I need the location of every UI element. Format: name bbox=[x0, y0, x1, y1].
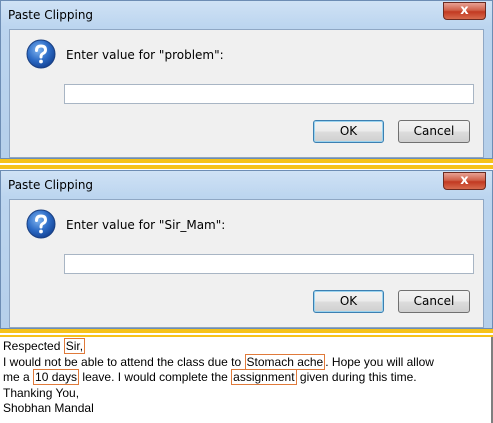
letter-text: given during this time. bbox=[299, 370, 417, 384]
greeting-text: Respected bbox=[3, 339, 61, 353]
letter-text: I would not be able to attend the class … bbox=[3, 354, 242, 369]
letter-text: me a bbox=[3, 370, 30, 384]
title-bar[interactable]: Paste Clipping x bbox=[1, 171, 492, 199]
value-input[interactable] bbox=[64, 84, 474, 104]
title-bar[interactable]: Paste Clipping x bbox=[1, 1, 492, 29]
close-icon: x bbox=[460, 3, 469, 18]
separator bbox=[0, 165, 493, 169]
ok-button[interactable]: OK bbox=[313, 120, 384, 143]
close-button[interactable]: x bbox=[443, 172, 486, 190]
close-button[interactable]: x bbox=[443, 2, 486, 20]
letter-preview: Respected Sir, I would not be able to at… bbox=[0, 337, 493, 423]
separator bbox=[0, 159, 493, 163]
dialog-title: Paste Clipping bbox=[8, 8, 94, 22]
ok-button[interactable]: OK bbox=[313, 290, 384, 313]
signature-name: Shobhan Mandal bbox=[3, 401, 94, 415]
paste-clipping-dialog-sir-mam: Paste Clipping x Enter value for "Sir_Ma… bbox=[0, 170, 493, 329]
problem-field: Stomach ache bbox=[244, 353, 326, 370]
paste-clipping-dialog-problem: Paste Clipping x Enter value for "proble… bbox=[0, 0, 493, 159]
letter-line: me a 10 days leave. I would complete the… bbox=[3, 369, 488, 386]
close-icon: x bbox=[460, 173, 469, 188]
letter-text: . Hope you will allow bbox=[325, 354, 434, 369]
cancel-button[interactable]: Cancel bbox=[398, 120, 470, 143]
letter-line: I would not be able to attend the class … bbox=[3, 353, 488, 371]
assignment-field: assignment bbox=[231, 369, 297, 385]
dialog-body: Enter value for "Sir_Mam": OK Cancel bbox=[9, 199, 484, 328]
question-icon bbox=[26, 209, 56, 239]
letter-text: leave. I would complete the bbox=[82, 370, 228, 384]
dialog-title: Paste Clipping bbox=[8, 178, 94, 192]
value-input[interactable] bbox=[64, 254, 474, 274]
cancel-button[interactable]: Cancel bbox=[398, 290, 470, 313]
sir-mam-field: Sir, bbox=[63, 338, 86, 354]
separator bbox=[0, 329, 493, 333]
dialog-body: Enter value for "problem": OK Cancel bbox=[9, 29, 484, 158]
days-field: 10 days bbox=[33, 369, 80, 385]
prompt-label: Enter value for "problem": bbox=[66, 48, 224, 62]
prompt-label: Enter value for "Sir_Mam": bbox=[66, 218, 226, 232]
closing-text: Thanking You, bbox=[3, 385, 80, 400]
letter-line: Respected Sir, bbox=[3, 338, 488, 355]
question-icon bbox=[26, 39, 56, 69]
